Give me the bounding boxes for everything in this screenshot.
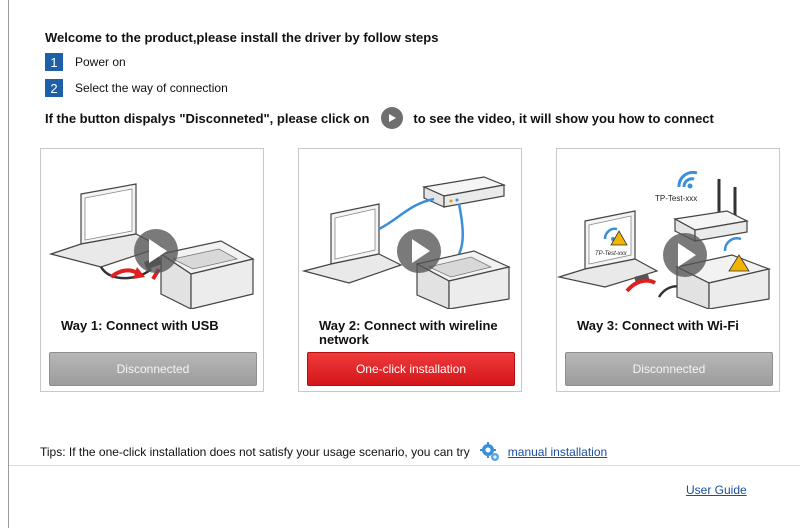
step-number-badge: 2 bbox=[45, 79, 63, 97]
card-title: Way 1: Connect with USB bbox=[61, 318, 219, 333]
card-usb: Way 1: Connect with USB Disconnected bbox=[40, 148, 264, 392]
welcome-heading: Welcome to the product,please install th… bbox=[45, 30, 439, 45]
step-2: 2 Select the way of connection bbox=[45, 79, 228, 97]
laptop-ssid-label: TP-Test-xxx bbox=[595, 251, 628, 257]
step-label: Select the way of connection bbox=[75, 81, 228, 95]
footer-divider bbox=[9, 465, 800, 466]
ssid-label: TP-Test-xxx bbox=[655, 194, 697, 203]
tips-row: Tips: If the one-click installation does… bbox=[40, 442, 607, 462]
card-title: Way 2: Connect with wireline network bbox=[319, 318, 498, 347]
play-icon bbox=[381, 107, 404, 129]
card-wireline: Way 2: Connect with wireline network One… bbox=[298, 148, 522, 392]
hint-text-before: If the button dispalys "Disconneted", pl… bbox=[45, 110, 370, 126]
manual-installation-link[interactable]: manual installation bbox=[508, 445, 607, 459]
step-number-badge: 1 bbox=[45, 53, 63, 71]
wifi-disconnected-button[interactable]: Disconnected bbox=[565, 352, 773, 386]
hint-text-after: to see the video, it will show you how t… bbox=[413, 110, 714, 126]
card-wifi: TP-Test-xxx TP-Test-xxx Way 3: Connect w… bbox=[556, 148, 780, 392]
video-hint: If the button dispalys "Disconneted", pl… bbox=[45, 107, 714, 129]
user-guide-label[interactable]: User Guide bbox=[686, 483, 747, 497]
step-label: Power on bbox=[75, 55, 126, 69]
wifi-illustration: TP-Test-xxx TP-Test-xxx bbox=[557, 170, 772, 309]
user-guide-link[interactable]: User Guide bbox=[686, 483, 747, 497]
gear-icon[interactable] bbox=[479, 442, 500, 462]
wireline-illustration bbox=[301, 176, 511, 309]
step-1: 1 Power on bbox=[45, 53, 126, 71]
usb-disconnected-button[interactable]: Disconnected bbox=[49, 352, 257, 386]
card-title: Way 3: Connect with Wi-Fi bbox=[577, 318, 739, 333]
usb-illustration bbox=[48, 183, 255, 309]
tips-text: Tips: If the one-click installation does… bbox=[40, 445, 470, 459]
one-click-installation-button[interactable]: One-click installation bbox=[307, 352, 515, 386]
